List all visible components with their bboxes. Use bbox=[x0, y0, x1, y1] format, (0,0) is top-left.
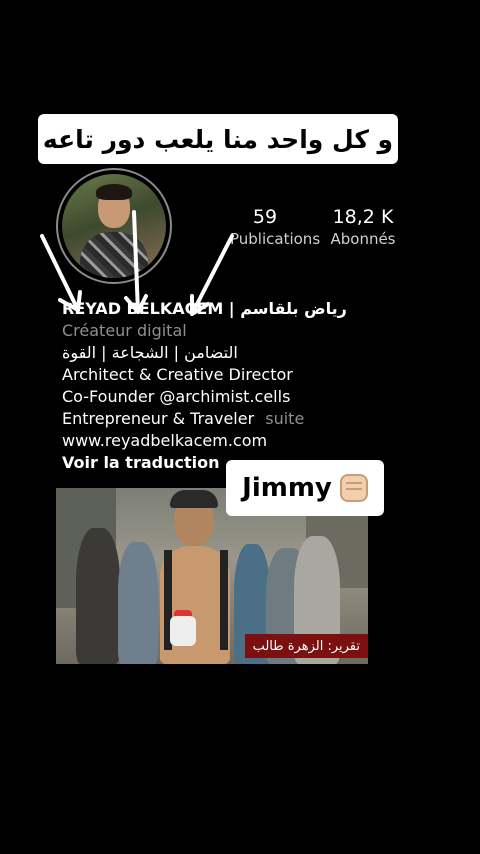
stat-publications[interactable]: 59 Publications bbox=[230, 206, 321, 248]
followers-count: 18,2 K bbox=[332, 206, 394, 228]
raised-fist-icon bbox=[339, 474, 368, 502]
see-more-link[interactable]: suite bbox=[265, 409, 304, 428]
profile-category: Créateur digital bbox=[62, 321, 187, 340]
profile-avatar[interactable] bbox=[56, 168, 172, 284]
jimmy-sticker: Jimmy bbox=[226, 460, 384, 516]
bio-line-arabic: التضامن | الشجاعة | القوة bbox=[62, 343, 238, 362]
bio-line-cofounder: Co-Founder @archimist.cells bbox=[62, 387, 291, 406]
bio-line-role: Architect & Creative Director bbox=[62, 365, 293, 384]
sticker-text: Jimmy bbox=[242, 473, 332, 503]
website-link[interactable]: www.reyadbelkacem.com bbox=[62, 430, 422, 452]
bio-line-entrepreneur-text: Entrepreneur & Traveler bbox=[62, 409, 255, 428]
stat-followers[interactable]: 18,2 K Abonnés bbox=[326, 206, 400, 248]
caption-text: و كل واحد منا يلعب دور تاعه bbox=[42, 124, 394, 154]
video-lower-third: تقرير: الزهرة طالب bbox=[244, 634, 368, 658]
avatar-photo bbox=[62, 174, 166, 278]
profile-name: REYAD BELKACEM | رياض بلقاسم bbox=[62, 299, 347, 318]
overlay-caption: و كل واحد منا يلعب دور تاعه bbox=[38, 114, 398, 164]
profile-bio: REYAD BELKACEM | رياض بلقاسم Créateur di… bbox=[62, 298, 422, 474]
publications-label: Publications bbox=[230, 230, 321, 248]
lower-third-text: تقرير: الزهرة طالب bbox=[252, 638, 360, 654]
microphone-icon bbox=[170, 616, 196, 646]
bio-line-entrepreneur: Entrepreneur & Traveler suite bbox=[62, 408, 422, 430]
followers-label: Abonnés bbox=[330, 230, 396, 248]
publications-count: 59 bbox=[252, 206, 278, 228]
